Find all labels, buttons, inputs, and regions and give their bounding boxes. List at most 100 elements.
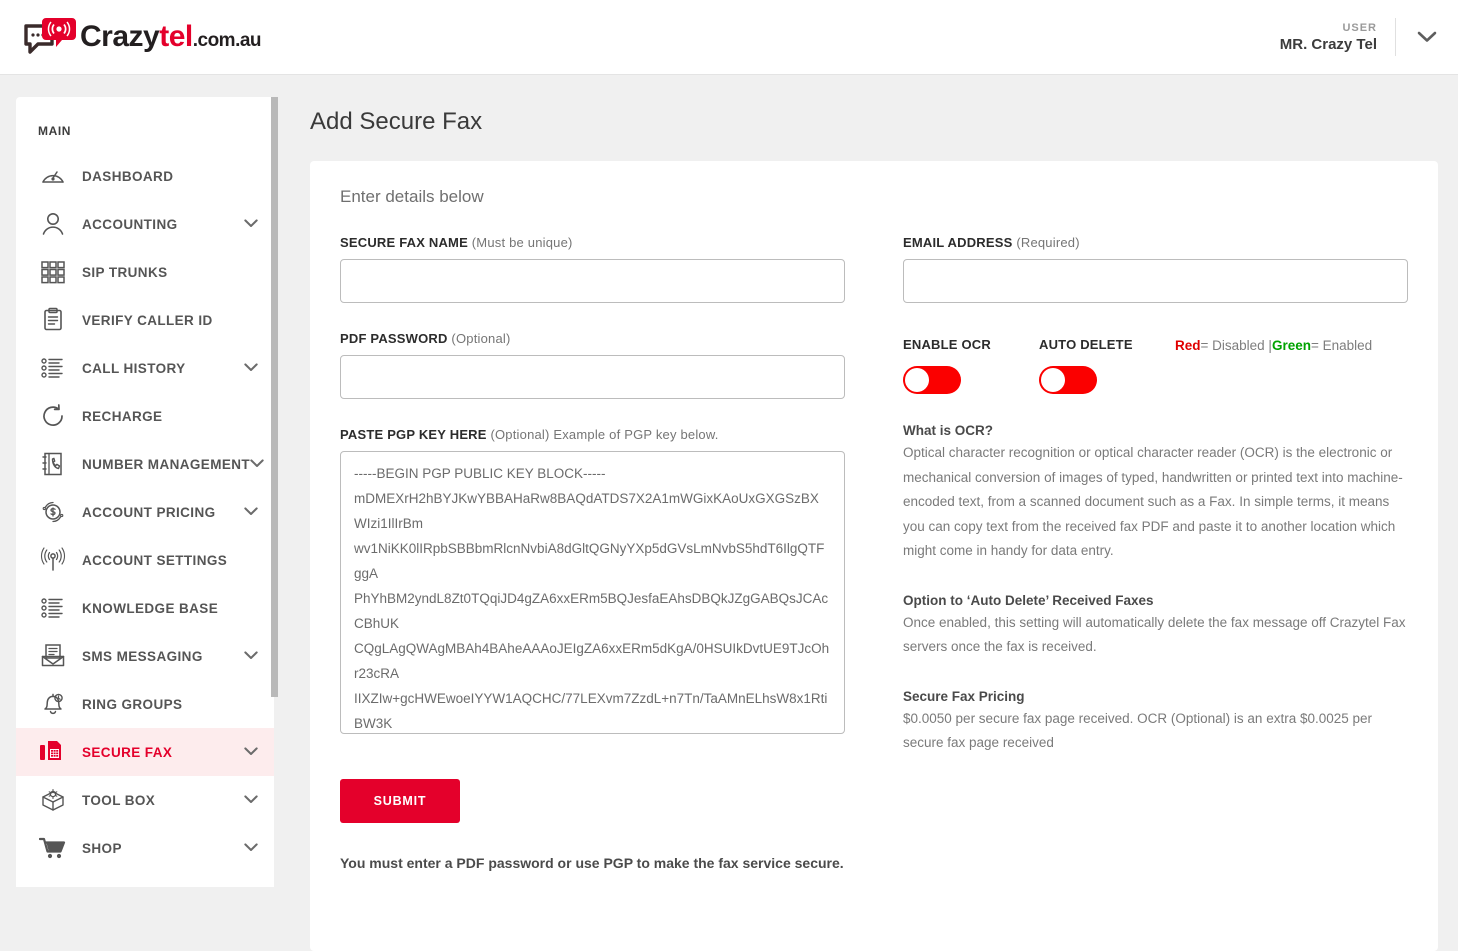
sidebar-item-label: SECURE FAX: [82, 745, 172, 760]
pgp-key-textarea[interactable]: -----BEGIN PGP PUBLIC KEY BLOCK----- mDM…: [340, 451, 845, 734]
brand-name-part1: Crazy: [80, 20, 159, 53]
auto-delete-group: AUTO DELETE: [1039, 337, 1175, 394]
secure-fax-name-hint: (Must be unique): [472, 235, 573, 250]
info-heading: Option to ‘Auto Delete’ Received Faxes: [903, 593, 1408, 608]
submit-button[interactable]: SUBMIT: [340, 779, 460, 823]
secure-fax-name-input[interactable]: [340, 259, 845, 303]
main-content: Add Secure Fax Enter details below SECUR…: [290, 97, 1458, 136]
sidebar-nav[interactable]: MAIN DASHBOARD ACCOUNTING SIP TRUNKS VERIFY…: [16, 97, 274, 887]
enable-ocr-group: ENABLE OCR: [903, 337, 1039, 394]
pgp-key-hint: (Optional) Example of PGP key below.: [490, 427, 718, 442]
sidebar-item-verify-caller-id[interactable]: VERIFY CALLER ID: [16, 296, 274, 344]
chevron-down-icon[interactable]: [244, 839, 258, 857]
auto-delete-toggle[interactable]: [1039, 366, 1097, 394]
chevron-down-icon[interactable]: [250, 455, 264, 473]
sidebar-item-call-history[interactable]: CALL HISTORY: [16, 344, 274, 392]
legend-red-meaning: = Disabled |: [1201, 338, 1272, 353]
toggle-knob-icon: [1041, 368, 1065, 392]
pdf-password-hint: (Optional): [451, 331, 510, 346]
envelope-doc-icon: [38, 641, 68, 671]
brand-name-tld: .com.au: [193, 30, 261, 51]
brand-logo[interactable]: Crazytel.com.au: [22, 16, 261, 58]
user-name: MR. Crazy Tel: [1280, 36, 1377, 53]
sidebar-item-label: CALL HISTORY: [82, 361, 186, 376]
sidebar-item-secure-fax[interactable]: SECURE FAX: [16, 728, 274, 776]
toggle-knob-icon: [905, 368, 929, 392]
info-paragraph: $0.0050 per secure fax page received. OC…: [903, 707, 1408, 756]
sidebar-item-sms-messaging[interactable]: SMS MESSAGING: [16, 632, 274, 680]
email-address-label-text: EMAIL ADDRESS: [903, 235, 1013, 250]
sidebar-item-dashboard[interactable]: DASHBOARD: [16, 152, 274, 200]
sidebar-item-label: DASHBOARD: [82, 169, 173, 184]
sidebar-item-recharge[interactable]: RECHARGE: [16, 392, 274, 440]
chevron-down-icon[interactable]: [244, 359, 258, 377]
form-card: Enter details below SECURE FAX NAME (Mus…: [310, 161, 1438, 951]
sidebar-item-label: KNOWLEDGE BASE: [82, 601, 218, 616]
chevron-down-icon[interactable]: [244, 791, 258, 809]
sidebar-item-knowledge-base[interactable]: KNOWLEDGE BASE: [16, 584, 274, 632]
fax-machine-icon: [38, 737, 68, 767]
info-paragraph: Once enabled, this setting will automati…: [903, 611, 1408, 660]
toolbox-gear-icon: [38, 785, 68, 815]
chevron-down-icon[interactable]: [1396, 31, 1458, 43]
sidebar-item-ring-groups[interactable]: RING GROUPS: [16, 680, 274, 728]
email-address-input[interactable]: [903, 259, 1408, 303]
speech-bubble-wifi-icon: [22, 16, 78, 58]
sidebar-item-label: RECHARGE: [82, 409, 162, 424]
form-right-column: EMAIL ADDRESS (Required) ENABLE OCR AUTO…: [903, 207, 1408, 871]
info-heading: What is OCR?: [903, 423, 1408, 438]
info-heading: Secure Fax Pricing: [903, 689, 1408, 704]
page-title: Add Secure Fax: [310, 108, 1458, 136]
security-warning-note: You must enter a PDF password or use PGP…: [340, 855, 845, 871]
dollar-circle-icon: [38, 497, 68, 527]
pgp-key-label: PASTE PGP KEY HERE (Optional) Example of…: [340, 427, 845, 442]
sidebar-item-label: SHOP: [82, 841, 122, 856]
toggle-legend: Red= Disabled |Green= Enabled: [1175, 337, 1372, 353]
sidebar-item-label: ACCOUNTING: [82, 217, 178, 232]
sidebar-item-account-settings[interactable]: ACCOUNT SETTINGS: [16, 536, 274, 584]
clipboard-icon: [38, 305, 68, 335]
user-menu[interactable]: USER MR. Crazy Tel: [1280, 0, 1458, 74]
sidebar-item-label: RING GROUPS: [82, 697, 182, 712]
legend-green-meaning: = Enabled: [1311, 338, 1372, 353]
gauge-icon: [38, 161, 68, 191]
sidebar-item-account-pricing[interactable]: ACCOUNT PRICING: [16, 488, 274, 536]
pdf-password-label: PDF PASSWORD (Optional): [340, 331, 845, 346]
brand-name: Crazytel.com.au: [80, 20, 261, 54]
list-icon: [38, 353, 68, 383]
auto-delete-label: AUTO DELETE: [1039, 337, 1175, 352]
sidebar-item-accounting[interactable]: ACCOUNTING: [16, 200, 274, 248]
toggles-row: ENABLE OCR AUTO DELETE Red= Disabled |Gr…: [903, 337, 1408, 394]
secure-fax-name-label: SECURE FAX NAME (Must be unique): [340, 235, 845, 250]
sidebar-item-tool-box[interactable]: TOOL BOX: [16, 776, 274, 824]
sidebar-item-number-management[interactable]: NUMBER MANAGEMENT: [16, 440, 274, 488]
chevron-down-icon[interactable]: [244, 503, 258, 521]
refresh-circle-icon: [38, 401, 68, 431]
grid-squares-icon: [38, 257, 68, 287]
form-left-column: SECURE FAX NAME (Must be unique) PDF PAS…: [340, 207, 845, 871]
info-panel: What is OCR? Optical character recognitio…: [903, 423, 1408, 756]
info-paragraph: Optical character recognition or optical…: [903, 441, 1408, 564]
chevron-down-icon[interactable]: [244, 743, 258, 761]
legend-green-word: Green: [1272, 338, 1311, 353]
chevron-down-icon[interactable]: [244, 647, 258, 665]
legend-red-word: Red: [1175, 338, 1201, 353]
enable-ocr-toggle[interactable]: [903, 366, 961, 394]
sidebar-item-label: VERIFY CALLER ID: [82, 313, 213, 328]
sidebar-item-sip-trunks[interactable]: SIP TRUNKS: [16, 248, 274, 296]
sidebar-item-label: ACCOUNT PRICING: [82, 505, 216, 520]
sidebar-item-shop[interactable]: SHOP: [16, 824, 274, 872]
pdf-password-label-text: PDF PASSWORD: [340, 331, 448, 346]
chevron-down-icon[interactable]: [244, 215, 258, 233]
pdf-password-input[interactable]: [340, 355, 845, 399]
brand-name-part2: tel: [159, 20, 193, 53]
shopping-cart-icon: [38, 833, 68, 863]
pgp-key-label-text: PASTE PGP KEY HERE: [340, 427, 487, 442]
sidebar-heading: MAIN: [16, 97, 274, 152]
bell-clock-icon: [38, 689, 68, 719]
user-label: USER: [1280, 22, 1377, 34]
sidebar-scrollbar[interactable]: [271, 97, 278, 697]
card-subtitle: Enter details below: [310, 161, 1438, 207]
sidebar-item-label: NUMBER MANAGEMENT: [82, 457, 250, 472]
phone-book-icon: [38, 449, 68, 479]
